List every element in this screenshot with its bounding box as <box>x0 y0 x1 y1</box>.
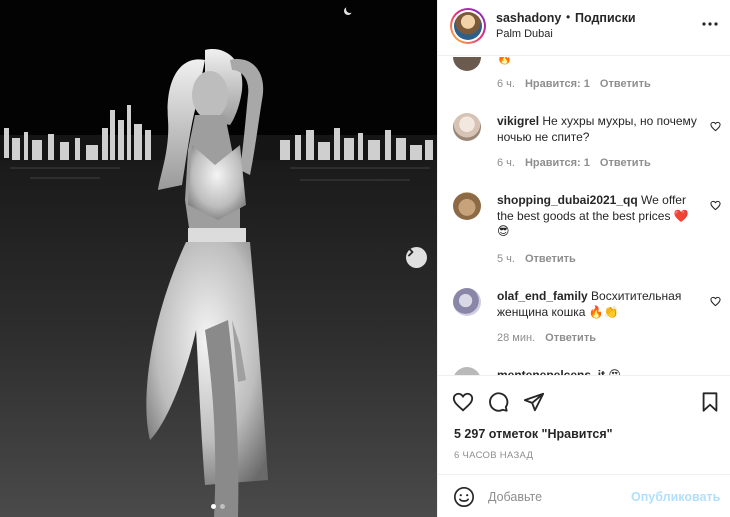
comment-text: olaf_end_family Восхитительная женщина к… <box>497 289 697 320</box>
share-paper-plane-icon[interactable] <box>523 391 545 413</box>
more-options-icon[interactable] <box>700 14 720 39</box>
reply-button[interactable]: Ответить <box>545 332 596 344</box>
likes-count[interactable]: 5 297 отметок "Нравится" <box>454 427 613 441</box>
like-comment-heart-icon[interactable] <box>710 296 721 307</box>
comment-text: shopping_dubai2021_qq We offer the best … <box>497 193 697 240</box>
comment-time[interactable]: 6 ч. <box>497 78 515 90</box>
carousel-dot-active <box>211 504 216 509</box>
save-bookmark-icon[interactable] <box>699 391 721 413</box>
following-button[interactable]: Подписки <box>575 11 636 25</box>
comments-list[interactable]: 🔥 6 ч. Нравится: 1 Ответить vikigrel Не … <box>438 57 730 375</box>
reply-button[interactable]: Ответить <box>525 253 576 265</box>
comment-text: mentenepelcens_it 😍 <box>497 368 697 375</box>
commenter-avatar[interactable] <box>453 288 481 316</box>
add-comment-bar: Опубликовать <box>438 474 730 517</box>
carousel-dot <box>220 504 225 509</box>
comment-meta: 6 ч. Нравится: 1 Ответить <box>497 78 651 90</box>
post-location[interactable]: Palm Dubai <box>496 28 553 40</box>
comment-username[interactable]: mentenepelcens_it <box>497 368 605 375</box>
comment-body: 😍 <box>608 368 621 375</box>
post-photo[interactable] <box>0 0 437 517</box>
author-username[interactable]: sashadony <box>496 11 561 25</box>
comment-likes[interactable]: Нравится: 1 <box>525 157 590 169</box>
comment-time[interactable]: 5 ч. <box>497 253 515 265</box>
chevron-right-icon <box>408 247 414 257</box>
like-comment-heart-icon[interactable] <box>710 200 721 211</box>
header-separator: • <box>566 10 571 24</box>
commenter-avatar[interactable] <box>453 113 481 141</box>
comment-meta: 28 мин. Ответить <box>497 332 596 344</box>
commenter-avatar[interactable] <box>453 57 481 71</box>
add-comment-input[interactable] <box>488 487 628 507</box>
post-actions: 5 297 отметок "Нравится" 6 ЧАСОВ НАЗАД О… <box>438 375 730 517</box>
commenter-avatar[interactable] <box>453 367 481 375</box>
post-side-panel: sashadony • Подписки Palm Dubai 🔥 6 ч. Н… <box>437 0 730 517</box>
carousel-indicator <box>211 504 225 509</box>
next-photo-button[interactable] <box>406 247 427 268</box>
publish-button[interactable]: Опубликовать <box>631 490 720 504</box>
reply-button[interactable]: Ответить <box>600 157 651 169</box>
author-avatar[interactable] <box>450 8 486 44</box>
comment-text: 🔥 <box>497 57 512 65</box>
comment-likes[interactable]: Нравится: 1 <box>525 78 590 90</box>
comment-time[interactable]: 28 мин. <box>497 332 535 344</box>
comment-username[interactable]: olaf_end_family <box>497 289 588 303</box>
post-timestamp[interactable]: 6 ЧАСОВ НАЗАД <box>454 450 533 461</box>
reply-button[interactable]: Ответить <box>600 78 651 90</box>
comment-meta: 6 ч. Нравится: 1 Ответить <box>497 157 651 169</box>
post-header: sashadony • Подписки Palm Dubai <box>438 0 730 56</box>
comment-meta: 5 ч. Ответить <box>497 253 576 265</box>
comment-username[interactable]: vikigrel <box>497 114 539 128</box>
emoji-smile-icon[interactable] <box>453 486 475 508</box>
comment-bubble-icon[interactable] <box>487 391 509 413</box>
comment-username[interactable]: shopping_dubai2021_qq <box>497 193 638 207</box>
commenter-avatar[interactable] <box>453 192 481 220</box>
like-comment-heart-icon[interactable] <box>710 121 721 132</box>
like-heart-icon[interactable] <box>452 391 474 413</box>
photo-image <box>0 0 437 517</box>
comment-text: vikigrel Не хухры мухры, но почему ночью… <box>497 114 697 145</box>
comment-time[interactable]: 6 ч. <box>497 157 515 169</box>
